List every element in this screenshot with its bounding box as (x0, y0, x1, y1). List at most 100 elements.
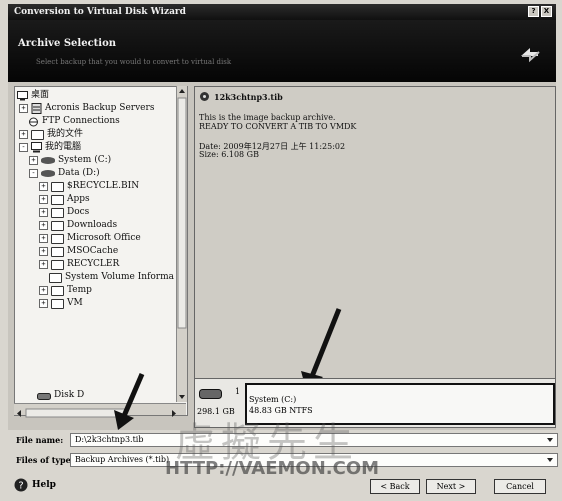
expand-toggle[interactable]: + (39, 286, 48, 295)
archive-description: This is the image backup archive. (199, 113, 336, 122)
watermark-url: HTTP://VAEMON.COM (165, 458, 380, 479)
cancel-button[interactable]: Cancel (494, 479, 546, 494)
expand-toggle[interactable]: + (39, 247, 48, 256)
tree-item-system-volume-information[interactable]: System Volume Informa (49, 271, 174, 284)
archive-title-row: 12k3chtnp3.tib (199, 91, 283, 102)
tree-item-downloads[interactable]: + Downloads (39, 219, 117, 232)
tree-item-ftp-connections[interactable]: FTP Connections (28, 115, 120, 128)
tree-item-acronis-backup-servers[interactable]: + Acronis Backup Servers (19, 102, 154, 115)
file-name-label: File name: (16, 435, 64, 445)
tree-item-label: Apps (67, 194, 90, 204)
tree-item-label: Temp (67, 285, 92, 295)
tree-item-temp[interactable]: + Temp (39, 284, 92, 297)
tree-item-label: System (C:) (58, 155, 112, 165)
scrollbar-arrows-icon (177, 89, 187, 399)
expand-toggle[interactable]: + (29, 156, 38, 165)
tree-item-recycler[interactable]: + RECYCLER (39, 258, 119, 271)
tree-item-label: MSOCache (67, 246, 119, 256)
archive-file-title: 12k3chtnp3.tib (214, 91, 283, 102)
chevron-down-icon[interactable] (546, 436, 554, 444)
expand-toggle[interactable]: + (19, 104, 28, 113)
archive-description-note: READY TO CONVERT A TIB TO VMDK (199, 122, 357, 131)
expand-toggle[interactable]: + (39, 182, 48, 191)
desktop-icon (17, 90, 28, 100)
page-subtitle: Select backup that you would to convert … (36, 58, 232, 66)
tree-item-my-computer[interactable]: - 我的電腦 (19, 141, 81, 154)
tree-vertical-scrollbar[interactable] (176, 86, 187, 402)
wizard-header: Archive Selection Select backup that you… (8, 20, 556, 82)
expand-toggle[interactable]: + (39, 208, 48, 217)
annotation-arrow-icon (114, 373, 145, 430)
expand-toggle[interactable]: + (39, 221, 48, 230)
tree-item-label: 桌面 (31, 90, 50, 100)
tree-item-label: Acronis Backup Servers (45, 103, 155, 113)
archive-size: Size: 6.108 GB (199, 150, 259, 159)
tree-item-label: Data (D:) (58, 168, 100, 178)
tree-item-label: $RECYCLE.BIN (67, 181, 140, 191)
page-title: Archive Selection (18, 38, 117, 49)
tree-item-apps[interactable]: + Apps (39, 193, 90, 206)
tree-item-label: 我的文件 (47, 129, 84, 139)
expand-toggle[interactable]: + (39, 234, 48, 243)
folder-icon (51, 207, 64, 218)
svg-text:?: ? (18, 481, 23, 492)
expand-toggle[interactable]: + (39, 260, 48, 269)
wizard-arrows-icon (521, 48, 540, 63)
folder-icon (49, 272, 62, 283)
close-window-button[interactable]: X (541, 6, 552, 17)
help-label: Help (32, 480, 56, 490)
tree-item-system-c[interactable]: + System (C:) (29, 154, 111, 167)
tree-item-label: Disk D (54, 390, 85, 400)
folder-icon (51, 246, 64, 257)
file-type-label: Files of type: (16, 455, 74, 465)
tree-item-my-documents[interactable]: + 我的文件 (19, 128, 83, 141)
tree-item-disk-d[interactable]: Disk D (37, 389, 84, 402)
folder-icon (51, 220, 64, 231)
window-title: Conversion to Virtual Disk Wizard (14, 7, 186, 17)
expand-toggle[interactable]: + (39, 299, 48, 308)
tree-item-label: System Volume Informa (65, 272, 174, 282)
tree-item-desktop[interactable]: 桌面 (17, 89, 49, 102)
back-button[interactable]: < Back (370, 479, 420, 494)
tree-item-recycle-bin[interactable]: + $RECYCLE.BIN (39, 180, 139, 193)
tree-item-label: Docs (67, 207, 90, 217)
folder-icon (51, 259, 64, 270)
tree-item-docs[interactable]: + Docs (39, 206, 89, 219)
folder-icon (51, 194, 64, 205)
window-title-bar: Conversion to Virtual Disk Wizard ? X (8, 4, 556, 20)
folder-icon (51, 181, 64, 192)
tree-item-label: 我的電腦 (45, 142, 82, 152)
expand-toggle[interactable]: - (19, 143, 28, 152)
drive-icon (41, 170, 55, 177)
tree-item-microsoft-office[interactable]: + Microsoft Office (39, 232, 141, 245)
tree-horizontal-scrollbar[interactable] (14, 403, 186, 418)
next-button[interactable]: Next > (426, 479, 476, 494)
tree-item-label: RECYCLER (67, 259, 120, 269)
expand-toggle[interactable]: + (39, 195, 48, 204)
window-controls: ? X (528, 6, 552, 17)
hard-disk-icon (199, 389, 222, 399)
folder-tree[interactable]: 桌面 + Acronis Backup Servers FTP Connecti… (14, 86, 188, 416)
ftp-icon (29, 117, 38, 126)
help-button[interactable]: ? Help (14, 478, 56, 492)
help-window-button[interactable]: ? (528, 6, 539, 17)
folder-icon (51, 298, 64, 309)
disk-number: 1 (235, 387, 241, 396)
tree-item-data-d[interactable]: - Data (D:) (29, 167, 100, 180)
tree-item-vm[interactable]: + VM (39, 297, 83, 310)
folder-icon (31, 129, 44, 140)
server-icon (31, 103, 42, 114)
chevron-down-icon[interactable] (546, 456, 554, 464)
partition-name: System (C:) (249, 395, 297, 404)
drive-icon (41, 157, 55, 164)
folder-icon (51, 233, 64, 244)
folder-icon (51, 285, 64, 296)
help-icon: ? (14, 478, 28, 492)
tree-item-msocache[interactable]: + MSOCache (39, 245, 118, 258)
hard-disk-icon (37, 392, 51, 400)
expand-toggle[interactable]: - (29, 169, 38, 178)
scrollbar-arrows-icon (17, 408, 176, 418)
expand-toggle[interactable]: + (19, 130, 28, 139)
computer-icon (31, 142, 42, 153)
archive-icon (200, 92, 209, 101)
